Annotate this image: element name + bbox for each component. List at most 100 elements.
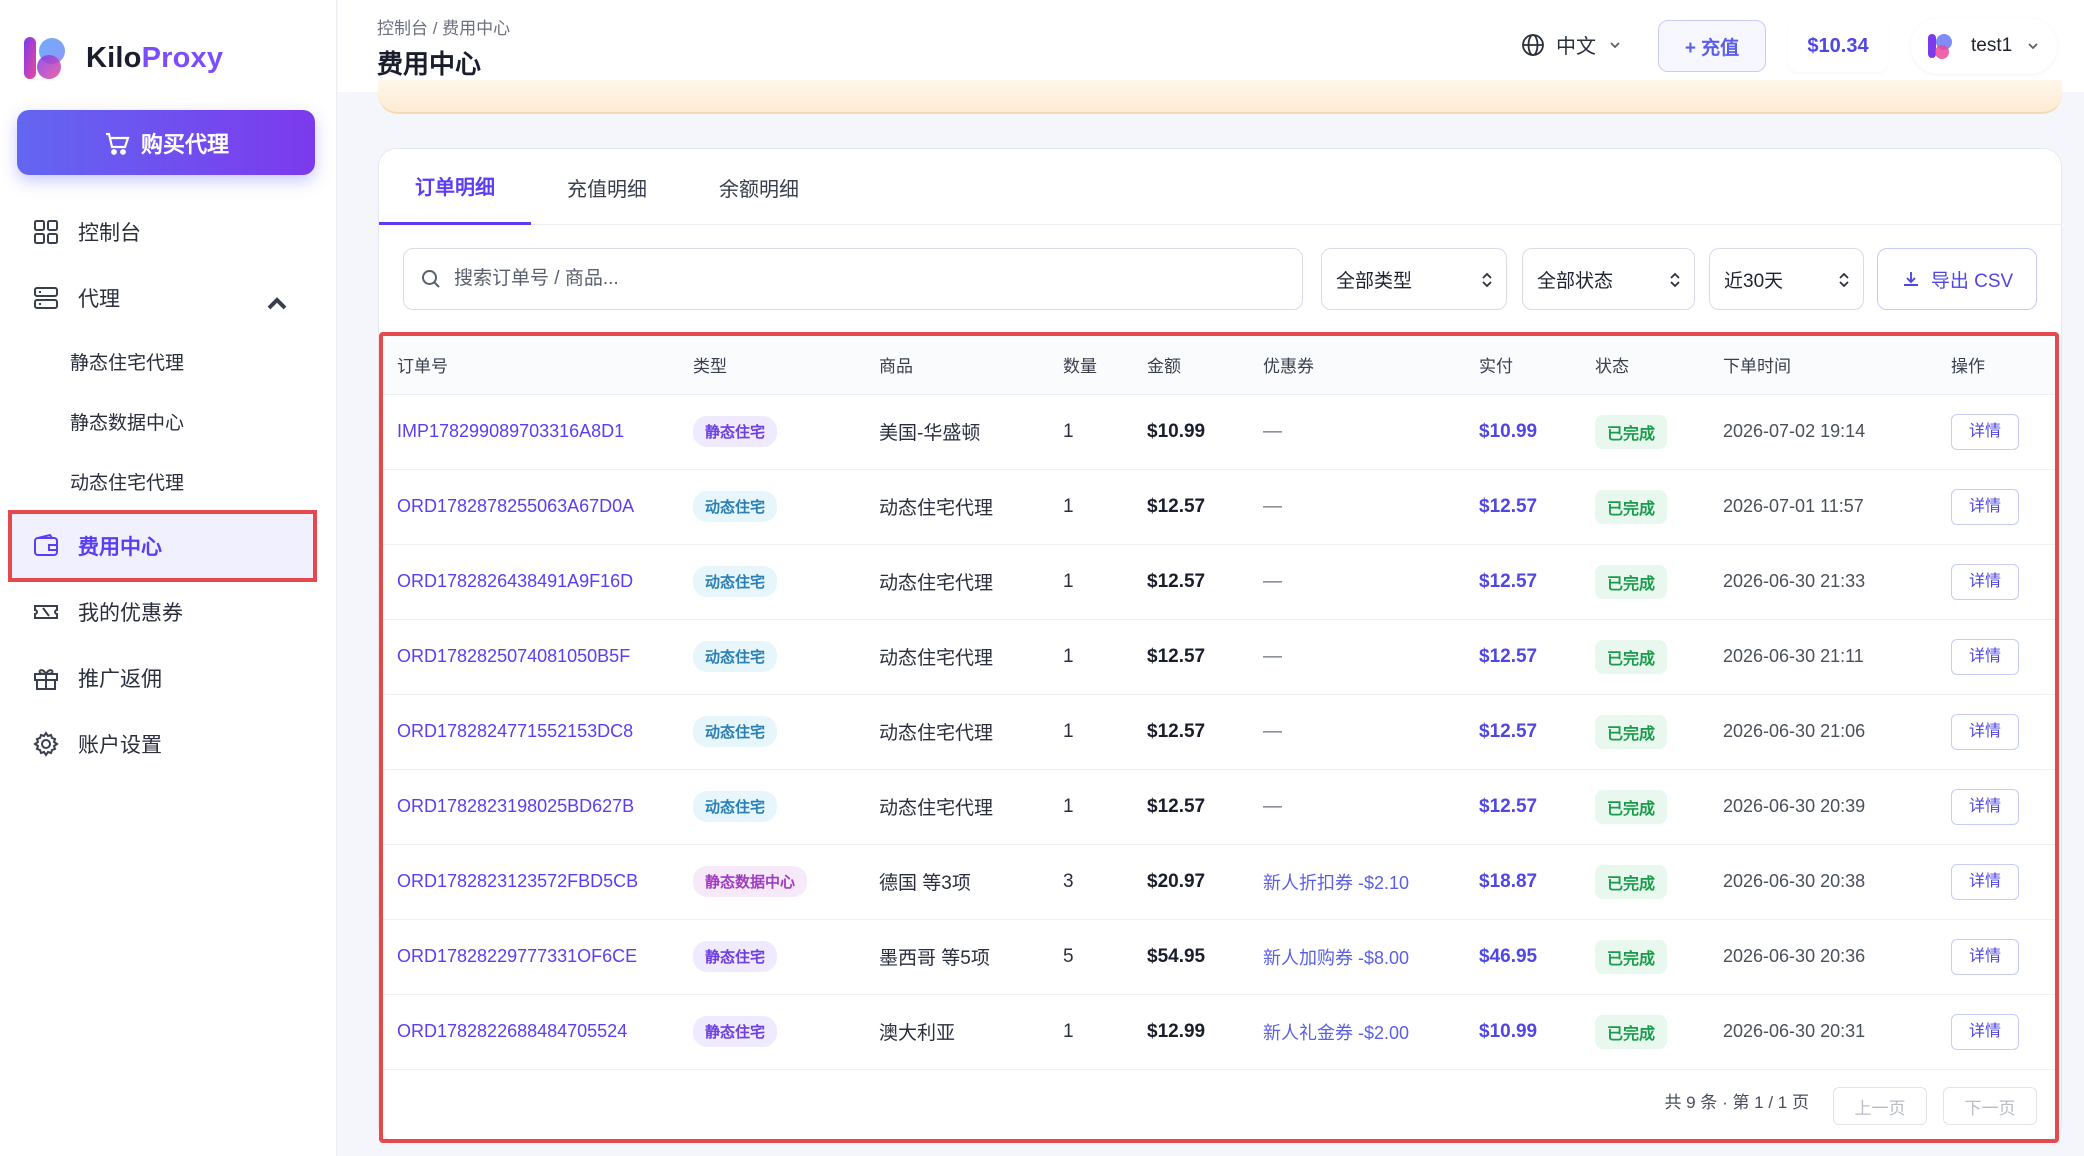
next-page-button[interactable]: 下一页 — [1943, 1087, 2037, 1125]
type-tag: 静态住宅 — [693, 416, 778, 447]
table-header-row: 订单号 类型 商品 数量 金额 优惠券 实付 状态 下单时间 操作 — [383, 336, 2055, 395]
type-select[interactable]: 全部类型 — [1321, 248, 1507, 310]
billing-card: 订单明细 充值明细 余额明细 全部类型 全部状态 近30天 导出 CSV 订单号… — [378, 148, 2062, 1143]
pagination-info: 共 9 条 · 第 1 / 1 页 — [1664, 1093, 1809, 1112]
order-id-link[interactable]: ORD1782823123572FBD5CB — [397, 871, 638, 891]
col-coupon: 优惠券 — [1263, 336, 1479, 395]
status-badge: 已完成 — [1595, 939, 1668, 974]
status-select-value: 全部状态 — [1537, 270, 1614, 292]
sidebar-item-coupons[interactable]: 我的优惠券 — [12, 580, 313, 644]
paid-amount: $12.57 — [1479, 570, 1538, 592]
balance-display: $10.34 — [1788, 20, 1888, 72]
order-id-link[interactable]: IMP178299089703316A8D1 — [397, 421, 624, 441]
tab-orders[interactable]: 订单明细 — [379, 149, 531, 225]
order-id-link[interactable]: ORD1782826438491A9F16D — [397, 571, 633, 591]
sidebar-item-referral[interactable]: 推广返佣 — [12, 646, 313, 710]
status-badge: 已完成 — [1595, 564, 1668, 599]
paid-amount: $46.95 — [1479, 945, 1538, 967]
promo-banner-edge — [378, 80, 2062, 114]
paid-amount: $12.57 — [1479, 495, 1538, 517]
detail-button[interactable]: 详情 — [1951, 563, 2019, 600]
status-select[interactable]: 全部状态 — [1522, 248, 1695, 310]
paid-amount: $10.99 — [1479, 1020, 1538, 1042]
order-id-link[interactable]: ORD17828229777331OF6CE — [397, 946, 637, 966]
product-name: 德国 等3项 — [879, 873, 971, 894]
order-id-link[interactable]: ORD1782824771552153DC8 — [397, 721, 633, 741]
date-range-select[interactable]: 近30天 — [1709, 248, 1864, 310]
tab-balance[interactable]: 余额明细 — [683, 149, 835, 225]
table-row: ORD17828229777331OF6CE 静态住宅 墨西哥 等5项 5 $54.95… — [383, 919, 2055, 995]
export-csv-button[interactable]: 导出 CSV — [1877, 248, 2037, 310]
sidebar-item-proxy[interactable]: 代理 — [12, 266, 313, 330]
quantity: 3 — [1063, 870, 1074, 892]
status-badge: 已完成 — [1595, 639, 1668, 674]
amount: $20.97 — [1147, 870, 1206, 892]
kiloproxy-logo-icon — [24, 37, 65, 79]
order-id-link[interactable]: ORD1782822688484705524 — [397, 1021, 627, 1041]
col-action: 操作 — [1951, 336, 2055, 395]
order-time: 2026-06-30 21:33 — [1723, 570, 1866, 591]
avatar — [1928, 34, 1952, 59]
sort-arrows-icon — [1482, 272, 1492, 288]
order-time: 2026-06-30 20:31 — [1723, 1020, 1866, 1041]
sidebar-item-static-residential[interactable]: 静态住宅代理 — [70, 348, 184, 375]
sidebar-item-dashboard[interactable]: 控制台 — [12, 200, 313, 264]
order-id-link[interactable]: ORD1782878255063A67D0A — [397, 496, 634, 516]
amount: $12.57 — [1147, 570, 1206, 592]
brand-logo[interactable]: KiloProxy — [22, 33, 223, 83]
detail-button[interactable]: 详情 — [1951, 863, 2019, 900]
sidebar-item-settings[interactable]: 账户设置 — [12, 712, 313, 776]
type-tag: 动态住宅 — [693, 491, 778, 522]
chevron-up-icon[interactable] — [263, 290, 291, 318]
recharge-button[interactable]: + 充值 — [1658, 20, 1766, 72]
coupon: — — [1263, 645, 1282, 667]
sidebar-item-static-datacenter[interactable]: 静态数据中心 — [70, 408, 184, 435]
paid-amount: $18.87 — [1479, 870, 1538, 892]
order-time: 2026-07-02 19:14 — [1723, 420, 1866, 441]
prev-page-button[interactable]: 上一页 — [1833, 1087, 1927, 1125]
sidebar-item-dynamic-residential[interactable]: 动态住宅代理 — [70, 468, 184, 495]
breadcrumb[interactable]: 控制台 / 费用中心 — [377, 14, 510, 39]
detail-button[interactable]: 详情 — [1951, 638, 2019, 675]
search-icon — [422, 270, 440, 288]
detail-button[interactable]: 详情 — [1951, 413, 2019, 450]
amount: $12.57 — [1147, 645, 1206, 667]
quantity: 1 — [1063, 645, 1074, 667]
product-name: 动态住宅代理 — [879, 798, 994, 819]
order-id-link[interactable]: ORD1782825074081050B5F — [397, 646, 630, 666]
amount: $12.57 — [1147, 795, 1206, 817]
coupon: 新人折扣券 -$2.10 — [1263, 872, 1410, 893]
coupon: 新人礼金券 -$2.00 — [1263, 1022, 1410, 1043]
status-badge: 已完成 — [1595, 864, 1668, 899]
sidebar-item-label: 控制台 — [78, 222, 141, 245]
quantity: 1 — [1063, 420, 1074, 442]
detail-button[interactable]: 详情 — [1951, 788, 2019, 825]
coupon: — — [1263, 795, 1282, 817]
language-switcher[interactable]: 中文 — [1520, 30, 1632, 59]
order-time: 2026-07-01 11:57 — [1723, 495, 1864, 516]
status-badge: 已完成 — [1595, 1014, 1668, 1049]
search-input[interactable] — [454, 268, 1294, 290]
col-amount: 金额 — [1147, 336, 1263, 395]
table-row: ORD1782878255063A67D0A 动态住宅 动态住宅代理 1 $12.57 —… — [383, 469, 2055, 545]
tab-recharges[interactable]: 充值明细 — [531, 149, 683, 225]
detail-button[interactable]: 详情 — [1951, 488, 2019, 525]
detail-button[interactable]: 详情 — [1951, 713, 2019, 750]
order-id-link[interactable]: ORD1782823198025BD627B — [397, 796, 634, 816]
sidebar-item-label: 费用中心 — [78, 536, 162, 559]
wallet-icon — [34, 533, 58, 556]
table-row: ORD1782822688484705524 静态住宅 澳大利亚 1 $12.99 新人礼… — [383, 994, 2055, 1070]
type-tag: 静态住宅 — [693, 1016, 778, 1047]
status-badge: 已完成 — [1595, 789, 1668, 824]
cart-icon — [105, 132, 130, 155]
search-box[interactable] — [403, 248, 1303, 310]
detail-button[interactable]: 详情 — [1951, 938, 2019, 975]
chevron-down-icon — [1610, 41, 1620, 48]
sidebar-item-billing[interactable]: 费用中心 — [8, 510, 317, 582]
sidebar-item-label: 账户设置 — [78, 734, 162, 757]
paid-amount: $12.57 — [1479, 795, 1538, 817]
detail-button[interactable]: 详情 — [1951, 1013, 2019, 1050]
user-menu[interactable]: test1 — [1911, 18, 2057, 74]
buy-proxy-button[interactable]: 购买代理 — [17, 110, 315, 175]
download-icon — [1903, 272, 1918, 286]
